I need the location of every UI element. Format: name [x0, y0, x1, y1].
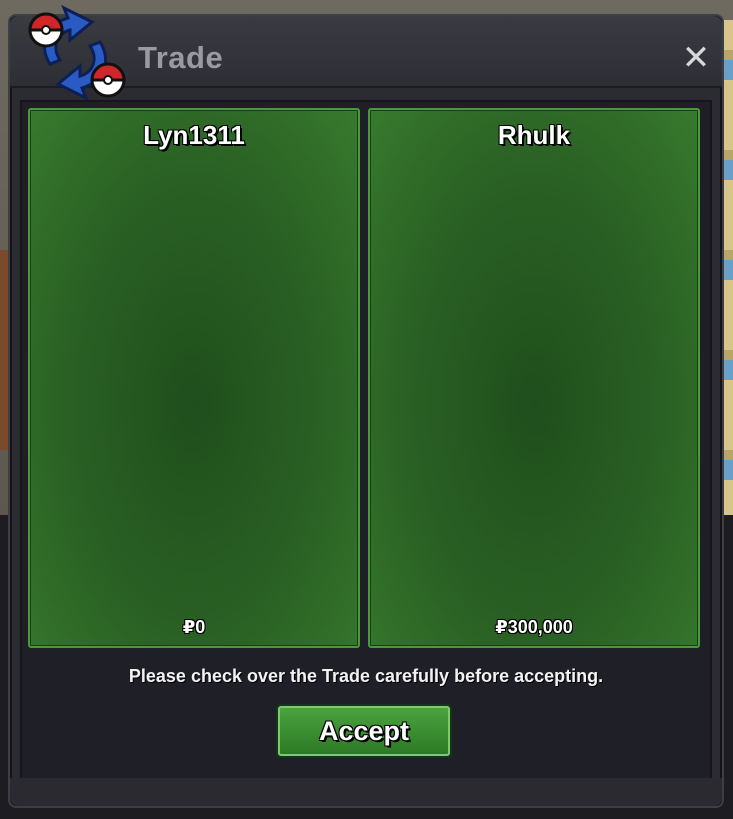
accept-button[interactable]: Accept	[278, 706, 450, 756]
panel-money-amount: ₽0	[182, 617, 206, 637]
close-button[interactable]: ✕	[680, 39, 712, 77]
trade-icon	[28, 4, 126, 102]
window-title: Trade	[138, 40, 224, 75]
panel-player-name: Lyn1311	[143, 120, 245, 150]
trade-content: Lyn1311 ₽0 Rhulk ₽300,000 Please check o…	[20, 100, 712, 780]
close-icon: ✕	[681, 39, 711, 77]
trade-notice: Please check over the Trade carefully be…	[128, 666, 604, 686]
trade-panel-partner[interactable]: Rhulk ₽300,000	[368, 108, 700, 648]
trade-window: Trade ✕ Lyn1311 ₽0 Rhulk ₽300,000 Please…	[8, 4, 724, 808]
window-footer	[10, 778, 722, 806]
panel-player-name: Rhulk	[497, 120, 571, 150]
trade-panel-self[interactable]: Lyn1311 ₽0	[28, 108, 360, 648]
panel-money-amount: ₽300,000	[495, 617, 573, 637]
